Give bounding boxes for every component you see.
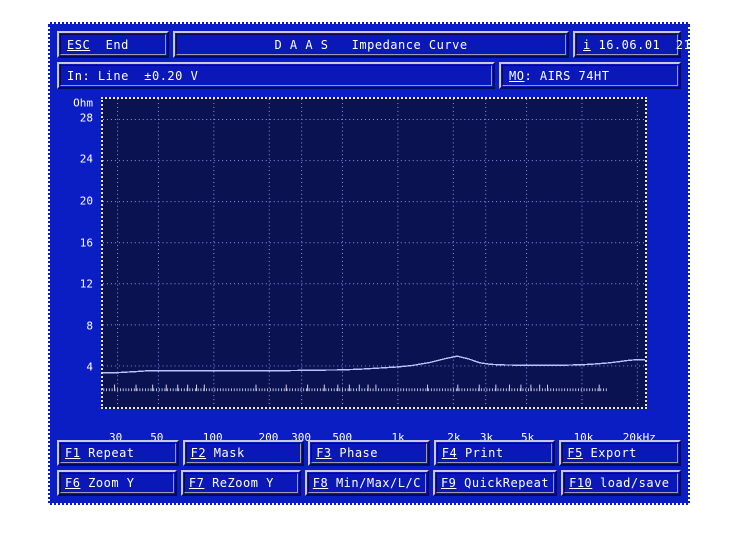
function-key-code: F1 [65, 446, 81, 460]
y-axis-tick-label: 4 [86, 360, 93, 374]
y-axis-labels: Ohm 28 24 20 16 12 8 4 [57, 94, 95, 444]
y-axis-tick-label: 24 [79, 152, 93, 166]
function-key-label: Export [582, 446, 637, 460]
datetime-label: 16.06.01 21 41 [598, 37, 715, 52]
function-key-f1[interactable]: F1 Repeat [57, 440, 179, 466]
page-title: D A A S Impedance Curve [274, 37, 468, 52]
function-key-f5[interactable]: F5 Export [559, 440, 681, 466]
plot-area[interactable] [101, 97, 647, 409]
function-key-code: F8 [312, 476, 329, 490]
function-key-f9[interactable]: F9 QuickRepeat [432, 470, 558, 496]
function-key-code: F2 [190, 446, 207, 460]
y-axis-tick-label: 16 [79, 236, 93, 250]
function-key-label: Print [457, 446, 504, 460]
function-key-f7[interactable]: F7 ReZoom Y [180, 470, 301, 496]
info-icon: i [583, 37, 591, 52]
impedance-curve-line [103, 355, 645, 374]
function-key-label: Phase [331, 446, 378, 460]
mo-value-label: : AIRS 74HT [524, 68, 610, 83]
y-axis-tick-label: 20 [79, 194, 93, 208]
function-key-row-1: F1 Repeat F2 Mask F3 Phase F4 Print F5 Expor… [57, 440, 681, 466]
function-key-label: Mask [206, 446, 245, 460]
function-key-row-2: F6 Zoom Y F7 ReZoom Y F8 Min/Max/L/C F9 Qui… [57, 470, 681, 496]
function-key-code: F6 [65, 476, 81, 490]
function-key-bar: F1 Repeat F2 Mask F3 Phase F4 Print F5 Expor… [57, 440, 681, 496]
info-datetime-button[interactable]: i 16.06.01 21 41 [573, 31, 714, 58]
header-row-status: In: Line ±0.20 V MO: AIRS 74HT [57, 62, 681, 89]
mo-key-label: MO [509, 68, 525, 83]
function-key-label: Min/Max/L/C [328, 476, 421, 490]
y-axis-tick-label: 28 [79, 111, 93, 125]
y-axis-tick-label: 12 [79, 277, 93, 291]
impedance-trace [103, 355, 645, 374]
function-key-code: F10 [569, 476, 593, 490]
function-key-f6[interactable]: F6 Zoom Y [57, 470, 177, 496]
header-row-top: ESC End D A A S Impedance Curve i 16.06.… [57, 31, 714, 58]
app-title-bar: D A A S Impedance Curve [173, 31, 569, 58]
esc-key-label: ESC [67, 37, 91, 52]
input-setting-field[interactable]: In: Line ±0.20 V [57, 62, 495, 89]
function-key-label: QuickRepeat [456, 476, 550, 490]
function-key-code: F9 [440, 476, 457, 490]
function-key-f3[interactable]: F3 Phase [308, 440, 430, 466]
function-key-f10[interactable]: F10 load/save [561, 470, 681, 496]
measurement-object-field[interactable]: MO: AIRS 74HT [499, 62, 681, 89]
function-key-code: F3 [316, 446, 332, 460]
function-key-code: F4 [441, 446, 458, 460]
function-key-code: F5 [567, 446, 583, 460]
input-setting-label: In: Line ±0.20 V [67, 68, 199, 83]
esc-end-button[interactable]: ESC End [57, 31, 169, 58]
function-key-code: F7 [188, 476, 205, 490]
function-key-label: load/save [592, 476, 670, 490]
function-key-f8[interactable]: F8 Min/Max/L/C [304, 470, 429, 496]
function-key-label: Repeat [80, 446, 135, 460]
daas-application-window: ESC End D A A S Impedance Curve i 16.06.… [48, 22, 714, 505]
function-key-f4[interactable]: F4 Print [433, 440, 556, 466]
y-axis-unit-label: Ohm [73, 96, 93, 110]
function-key-label: ReZoom Y [204, 476, 274, 490]
function-key-label: Zoom Y [80, 476, 135, 490]
esc-action-label [90, 38, 105, 52]
esc-end-text: End [105, 37, 129, 52]
function-key-f2[interactable]: F2 Mask [182, 440, 305, 466]
y-axis-tick-label: 8 [86, 319, 93, 333]
impedance-chart: Ohm 28 24 20 16 12 8 4 30 50 100 200 300 500 1k 2k 3k 5k… [57, 94, 681, 445]
